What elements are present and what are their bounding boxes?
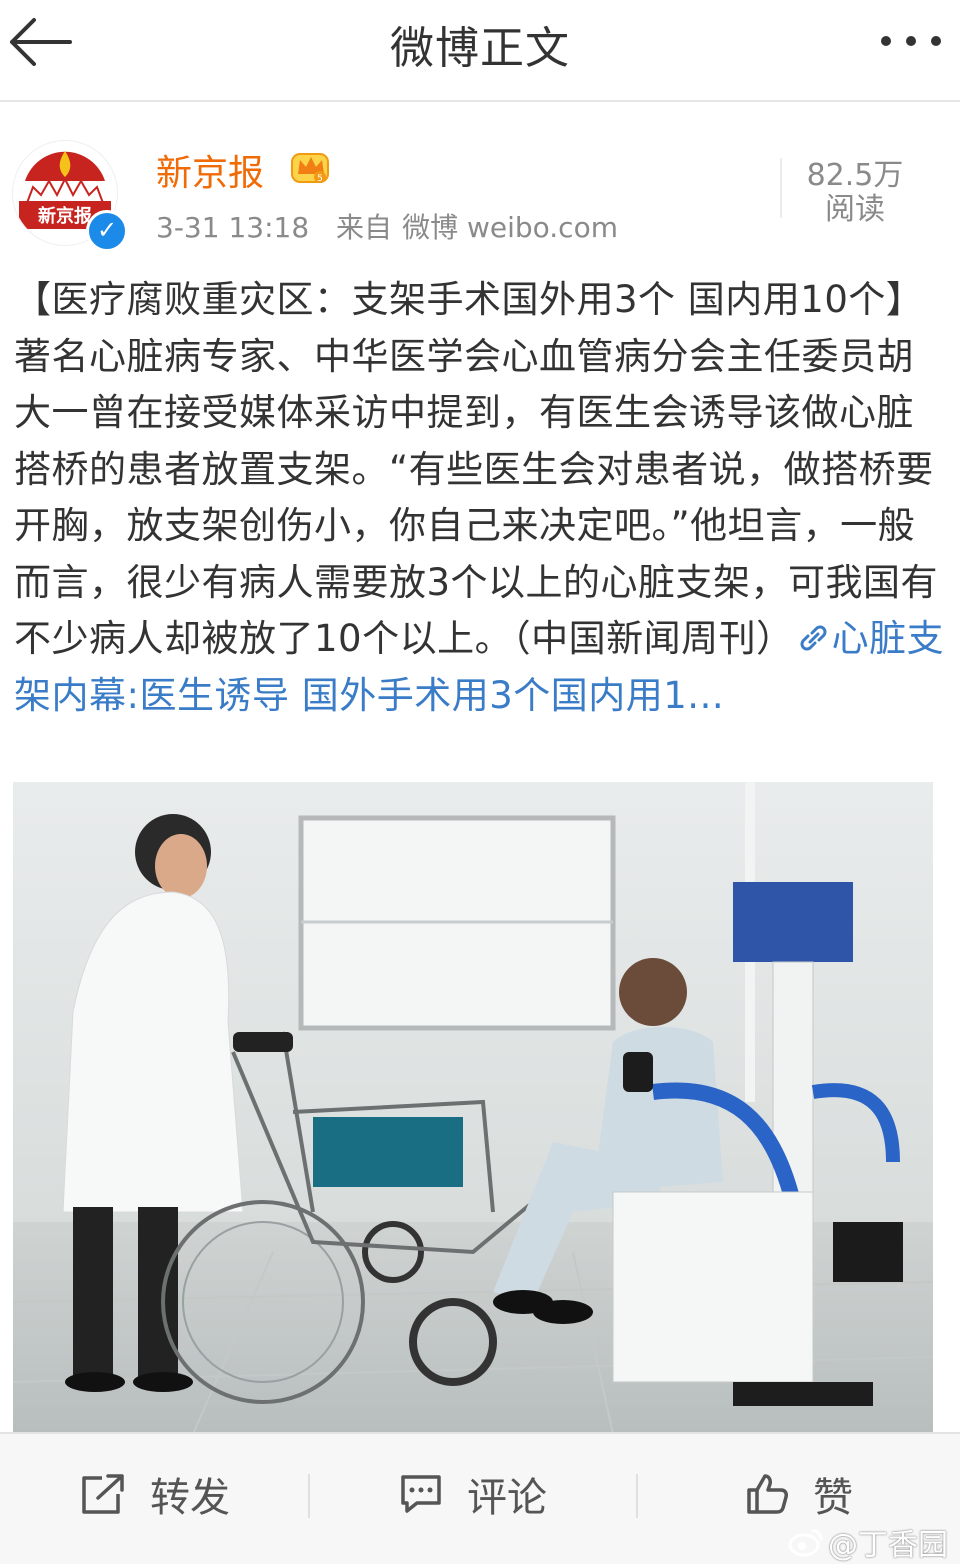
post-body-text: 【医疗腐败重灾区：支架手术国外用3个 国内用10个】著名心脏病专家、中华医学会心… <box>14 278 939 660</box>
author-name[interactable]: 新京报 <box>156 144 264 196</box>
more-options-icon[interactable] <box>876 28 946 54</box>
page-title: 微博正文 <box>390 23 570 74</box>
verified-badge-icon: ✓ <box>86 210 128 252</box>
photo-rehab-room-icon <box>13 782 933 1434</box>
repost-icon <box>82 1474 124 1514</box>
post-image[interactable] <box>13 782 933 1434</box>
vip-crown-icon[interactable]: 5 <box>290 146 332 186</box>
read-label: 阅读 <box>825 192 885 227</box>
like-label: 赞 <box>813 1475 853 1521</box>
avatar-logo-text: 新京报 <box>38 205 92 227</box>
post-source: 微博 weibo.com <box>402 211 618 244</box>
repost-button[interactable]: 转发 <box>0 1434 310 1554</box>
comment-button[interactable]: 评论 <box>310 1434 636 1554</box>
post-timestamp: 3-31 13:18 <box>156 211 310 244</box>
comment-icon <box>401 1475 441 1513</box>
post-body: 【医疗腐败重灾区：支架手术国外用3个 国内用10个】著名心脏病专家、中华医学会心… <box>14 272 946 724</box>
comment-label: 评论 <box>467 1475 547 1521</box>
header-divider <box>780 158 782 218</box>
top-nav-bar: 微博正文 <box>0 0 960 102</box>
watermark: @丁香园 <box>788 1520 948 1564</box>
weibo-logo-icon <box>788 1529 823 1557</box>
link-icon <box>800 625 827 651</box>
svg-text:5: 5 <box>317 174 323 184</box>
post-meta: 3-31 13:18 来自 微博 weibo.com <box>156 206 636 246</box>
watermark-text: @丁香园 <box>828 1528 948 1563</box>
source-prefix: 来自 <box>336 211 393 244</box>
repost-label: 转发 <box>150 1475 230 1521</box>
thumbs-up-icon <box>747 1474 788 1514</box>
